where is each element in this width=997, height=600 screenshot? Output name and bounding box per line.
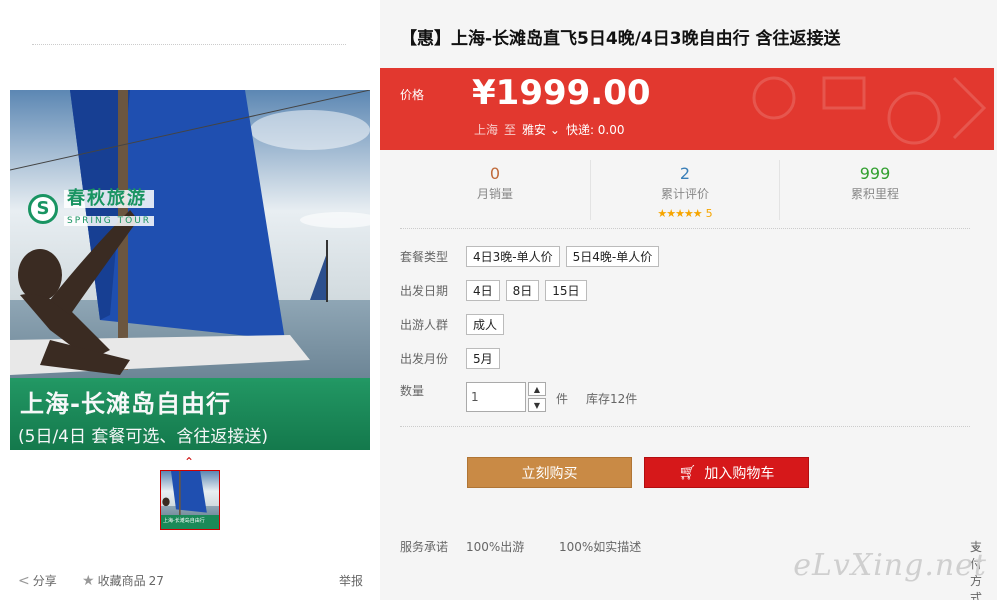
quantity-unit: 件 (556, 392, 569, 406)
rating-stars: ★★★★★ (657, 207, 702, 220)
stat-value: 999 (859, 164, 891, 183)
option-departure-date: 出发日期 4日 8日 15日 (400, 280, 587, 301)
logo-en: SPRING TOUR (64, 216, 155, 226)
brand-logo: S 春秋旅游 SPRING TOUR (28, 190, 155, 227)
option-package: 套餐类型 4日3晚-单人价 5日4晚-单人价 (400, 246, 660, 267)
product-info-panel: 【惠】上海-长滩岛直飞5日4晚/4日3晚自由行 含往返接送 价格 ¥1999.0… (380, 0, 997, 600)
ship-to-word: 至 (504, 123, 517, 137)
price-decoration (752, 76, 987, 145)
price-value: ¥1999.00 (472, 73, 651, 113)
option-chip[interactable]: 15日 (545, 280, 587, 301)
stat-label: 累计评价 (660, 187, 709, 201)
share-link[interactable]: < 分享 (18, 572, 57, 589)
option-chip[interactable]: 4日 (466, 280, 500, 301)
option-departure-month: 出发月份 5月 (400, 348, 500, 369)
add-to-cart-button[interactable]: 🛒︎ 加入购物车 (644, 457, 809, 488)
stat-label: 累积里程 (850, 187, 899, 201)
option-label: 出发月份 (400, 352, 449, 366)
quantity-decrement-button[interactable]: ▼ (528, 398, 546, 412)
option-label: 出发日期 (400, 284, 449, 298)
shipping-fee: 快递: 0.00 (565, 123, 625, 137)
left-action-bar: < 分享 ★ 收藏商品 27 举报 (18, 572, 363, 592)
stat-label: 月销量 (476, 187, 513, 201)
service-item[interactable]: 100%出游 (466, 538, 524, 555)
share-icon: < (18, 572, 30, 589)
price-box: 价格 ¥1999.00 上海 至 雅安 ⌄ 快递: 0.00 (380, 68, 994, 150)
destination-select[interactable]: 雅安 ⌄ (522, 121, 560, 138)
option-label: 出游人群 (400, 318, 449, 332)
cart-icon: 🛒︎ (678, 464, 697, 481)
stat-monthly-sales: 0 月销量 (400, 160, 590, 220)
divider (400, 228, 970, 229)
logo-cn: 春秋旅游 (64, 190, 155, 208)
option-chip[interactable]: 成人 (466, 314, 505, 335)
stat-mileage: 999 累积里程 (780, 160, 970, 220)
stat-value: 2 (679, 164, 691, 183)
shipping-line: 上海 至 雅安 ⌄ 快递: 0.00 (474, 121, 625, 138)
brand-logo-mark: S (28, 193, 58, 224)
stock-count: 库存12件 (586, 392, 638, 406)
image-banner: 上海-长滩岛自由行 (5日/4日 套餐可选、含往返接送) (10, 378, 370, 450)
option-chip[interactable]: 5日4晚-单人价 (565, 246, 660, 267)
share-label: 分享 (32, 574, 57, 588)
divider (400, 426, 970, 427)
favorite-count: 27 (148, 573, 164, 588)
caret-up-icon[interactable]: ⌃ (184, 455, 194, 469)
stat-value: 0 (489, 164, 501, 183)
price-label: 价格 (400, 88, 425, 102)
option-label: 套餐类型 (400, 250, 449, 264)
option-chip[interactable]: 4日3晚-单人价 (466, 246, 560, 267)
option-chip[interactable]: 5月 (466, 348, 500, 369)
quantity-increment-button[interactable]: ▲ (528, 382, 546, 396)
report-link[interactable]: 举报 (339, 572, 363, 589)
watermark: eLvXing.net (793, 548, 987, 583)
rating-number: 5 (705, 207, 713, 220)
add-to-cart-label: 加入购物车 (704, 465, 775, 482)
option-traveler-type: 出游人群 成人 (400, 314, 505, 335)
product-title: 【惠】上海-长滩岛直飞5日4晚/4日3晚自由行 含往返接送 (400, 29, 841, 49)
product-page: S 春秋旅游 SPRING TOUR 上海-长滩岛自由行 (5日/4日 套餐可选… (0, 0, 997, 600)
ship-from: 上海 (474, 123, 499, 137)
favorite-label: 收藏商品 (97, 574, 146, 588)
banner-line1: 上海-长滩岛自由行 (20, 390, 231, 418)
option-chip[interactable]: 8日 (505, 280, 540, 301)
thumbnail-caption: 上海-长滩岛自由行 (161, 515, 219, 529)
stat-reviews[interactable]: 2 累计评价 ★★★★★ 5 (590, 160, 780, 220)
gallery-panel: S 春秋旅游 SPRING TOUR 上海-长滩岛自由行 (5日/4日 套餐可选… (0, 0, 380, 600)
thumbnail-image[interactable]: 上海-长滩岛自由行 (160, 470, 220, 530)
service-item[interactable]: 100%如实描述 (559, 538, 641, 555)
chevron-down-icon: ⌄ (549, 123, 560, 137)
favorite-link[interactable]: ★ 收藏商品 27 (82, 572, 164, 589)
buy-now-button[interactable]: 立刻购买 (467, 457, 632, 488)
star-icon: ★ (82, 572, 95, 589)
banner-line2: (5日/4日 套餐可选、含往返接送) (18, 427, 269, 447)
stats-row: 0 月销量 2 累计评价 ★★★★★ 5 999 累积里程 (400, 160, 970, 220)
divider (32, 44, 346, 45)
quantity-input[interactable] (466, 382, 526, 412)
service-label: 服务承诺 (400, 540, 449, 554)
quantity-label: 数量 (400, 384, 425, 398)
